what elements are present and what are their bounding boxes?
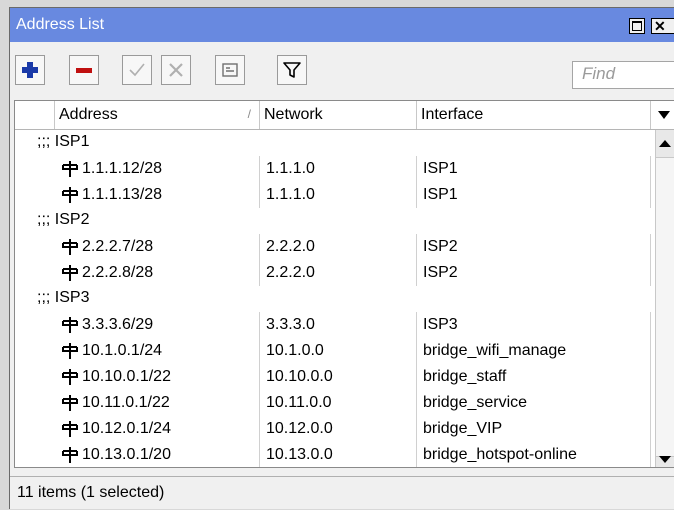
column-menu-button[interactable]: [655, 101, 674, 129]
table-row[interactable]: ;;; ISP3: [15, 286, 651, 312]
scroll-down-arrow-icon[interactable]: [659, 456, 671, 463]
address-plug-icon: [62, 421, 78, 437]
window-title: Address List: [16, 16, 105, 33]
table-row[interactable]: ;;; ISP2: [15, 208, 651, 234]
cell-address: 10.12.0.1/24: [82, 420, 171, 437]
cell-interface: bridge_service: [417, 390, 651, 416]
address-plug-icon: [62, 317, 78, 333]
address-list-window: Address List ✕ Find Address / Network Int…: [9, 7, 674, 509]
cell-interface: ISP3: [417, 312, 651, 338]
cell-network: 10.10.0.0: [260, 364, 417, 390]
cell-interface: ISP2: [417, 234, 651, 260]
disable-button[interactable]: [161, 55, 191, 85]
title-bar[interactable]: Address List ✕: [10, 8, 674, 42]
table-body: ;;; ISP1 1.1.1.12/28 1.1.1.0 ISP1 1.1.1.…: [15, 130, 651, 467]
address-table: Address / Network Interface ;;; ISP1 1.1.…: [14, 100, 674, 468]
column-header-network[interactable]: Network: [260, 101, 417, 129]
cell-address: 10.13.0.1/20: [82, 446, 171, 463]
plus-icon: [22, 62, 38, 78]
address-plug-icon: [62, 343, 78, 359]
comment-button[interactable]: [215, 55, 245, 85]
cell-network: 10.1.0.0: [260, 338, 417, 364]
cell-network: 3.3.3.0: [260, 312, 417, 338]
row-comment: ;;; ISP1: [37, 133, 90, 150]
table-row[interactable]: 10.13.0.1/20 10.13.0.0 bridge_hotspot-on…: [15, 442, 651, 467]
cell-address: 3.3.3.6/29: [82, 316, 154, 333]
table-header: Address / Network Interface: [15, 101, 674, 130]
table-row[interactable]: 1.1.1.12/28 1.1.1.0 ISP1: [15, 156, 651, 182]
row-comment: ;;; ISP2: [37, 211, 90, 228]
cell-interface: ISP1: [417, 156, 651, 182]
maximize-button[interactable]: [629, 18, 645, 34]
table-row[interactable]: 10.10.0.1/22 10.10.0.0 bridge_staff: [15, 364, 651, 390]
cell-network: 10.13.0.0: [260, 442, 417, 467]
address-plug-icon: [62, 161, 78, 177]
cell-address: 1.1.1.13/28: [82, 186, 163, 203]
address-plug-icon: [62, 395, 78, 411]
address-plug-icon: [62, 447, 78, 463]
table-row[interactable]: 10.11.0.1/22 10.11.0.0 bridge_service: [15, 390, 651, 416]
scroll-up-arrow-icon[interactable]: [659, 140, 671, 147]
cell-address: 1.1.1.12/28: [82, 160, 163, 177]
cell-network: 2.2.2.0: [260, 234, 417, 260]
table-row[interactable]: 2.2.2.7/28 2.2.2.0 ISP2: [15, 234, 651, 260]
table-row[interactable]: 10.12.0.1/24 10.12.0.0 bridge_VIP: [15, 416, 651, 442]
column-header-address[interactable]: Address /: [55, 101, 260, 129]
cell-address: 10.11.0.1/22: [82, 394, 170, 411]
row-comment: ;;; ISP3: [37, 289, 90, 306]
cell-network: 1.1.1.0: [260, 156, 417, 182]
minus-icon: [76, 68, 92, 73]
table-row[interactable]: 2.2.2.8/28 2.2.2.0 ISP2: [15, 260, 651, 286]
address-plug-icon: [62, 187, 78, 203]
status-text: 11 items (1 selected): [17, 484, 165, 501]
cell-network: 10.11.0.0: [260, 390, 417, 416]
cell-interface: bridge_hotspot-online: [417, 442, 651, 467]
cell-interface: bridge_wifi_manage: [417, 338, 651, 364]
close-button[interactable]: ✕: [651, 18, 674, 34]
table-row[interactable]: ;;; ISP1: [15, 130, 651, 156]
funnel-icon: [283, 62, 301, 78]
address-plug-icon: [62, 265, 78, 281]
sort-indicator: /: [247, 107, 251, 121]
cell-interface: bridge_staff: [417, 364, 651, 390]
table-row[interactable]: 10.1.0.1/24 10.1.0.0 bridge_wifi_manage: [15, 338, 651, 364]
address-plug-icon: [62, 369, 78, 385]
cell-interface: bridge_VIP: [417, 416, 651, 442]
cell-address: 10.10.0.1/22: [82, 368, 171, 385]
address-plug-icon: [62, 239, 78, 255]
find-input[interactable]: Find: [572, 61, 674, 89]
add-button[interactable]: [15, 55, 45, 85]
toolbar: Find: [10, 42, 674, 92]
table-row[interactable]: 3.3.3.6/29 3.3.3.0 ISP3: [15, 312, 651, 338]
enable-button[interactable]: [122, 55, 152, 85]
cell-address: 10.1.0.1/24: [82, 342, 163, 359]
cell-network: 10.12.0.0: [260, 416, 417, 442]
status-bar: 11 items (1 selected): [10, 476, 674, 510]
note-icon: [222, 63, 238, 77]
column-header-blank: [15, 101, 55, 129]
remove-button[interactable]: [69, 55, 99, 85]
cell-address: 2.2.2.7/28: [82, 238, 154, 255]
filter-button[interactable]: [277, 55, 307, 85]
cell-interface: ISP1: [417, 182, 651, 208]
column-header-interface[interactable]: Interface: [417, 101, 651, 129]
vertical-scrollbar[interactable]: [655, 130, 674, 467]
cell-network: 1.1.1.0: [260, 182, 417, 208]
check-icon: [129, 63, 145, 77]
table-row[interactable]: 1.1.1.13/28 1.1.1.0 ISP1: [15, 182, 651, 208]
cell-address: 2.2.2.8/28: [82, 264, 154, 281]
cell-network: 2.2.2.0: [260, 260, 417, 286]
cross-icon: [169, 63, 183, 77]
scroll-thumb[interactable]: [656, 157, 674, 457]
cell-interface: ISP2: [417, 260, 651, 286]
